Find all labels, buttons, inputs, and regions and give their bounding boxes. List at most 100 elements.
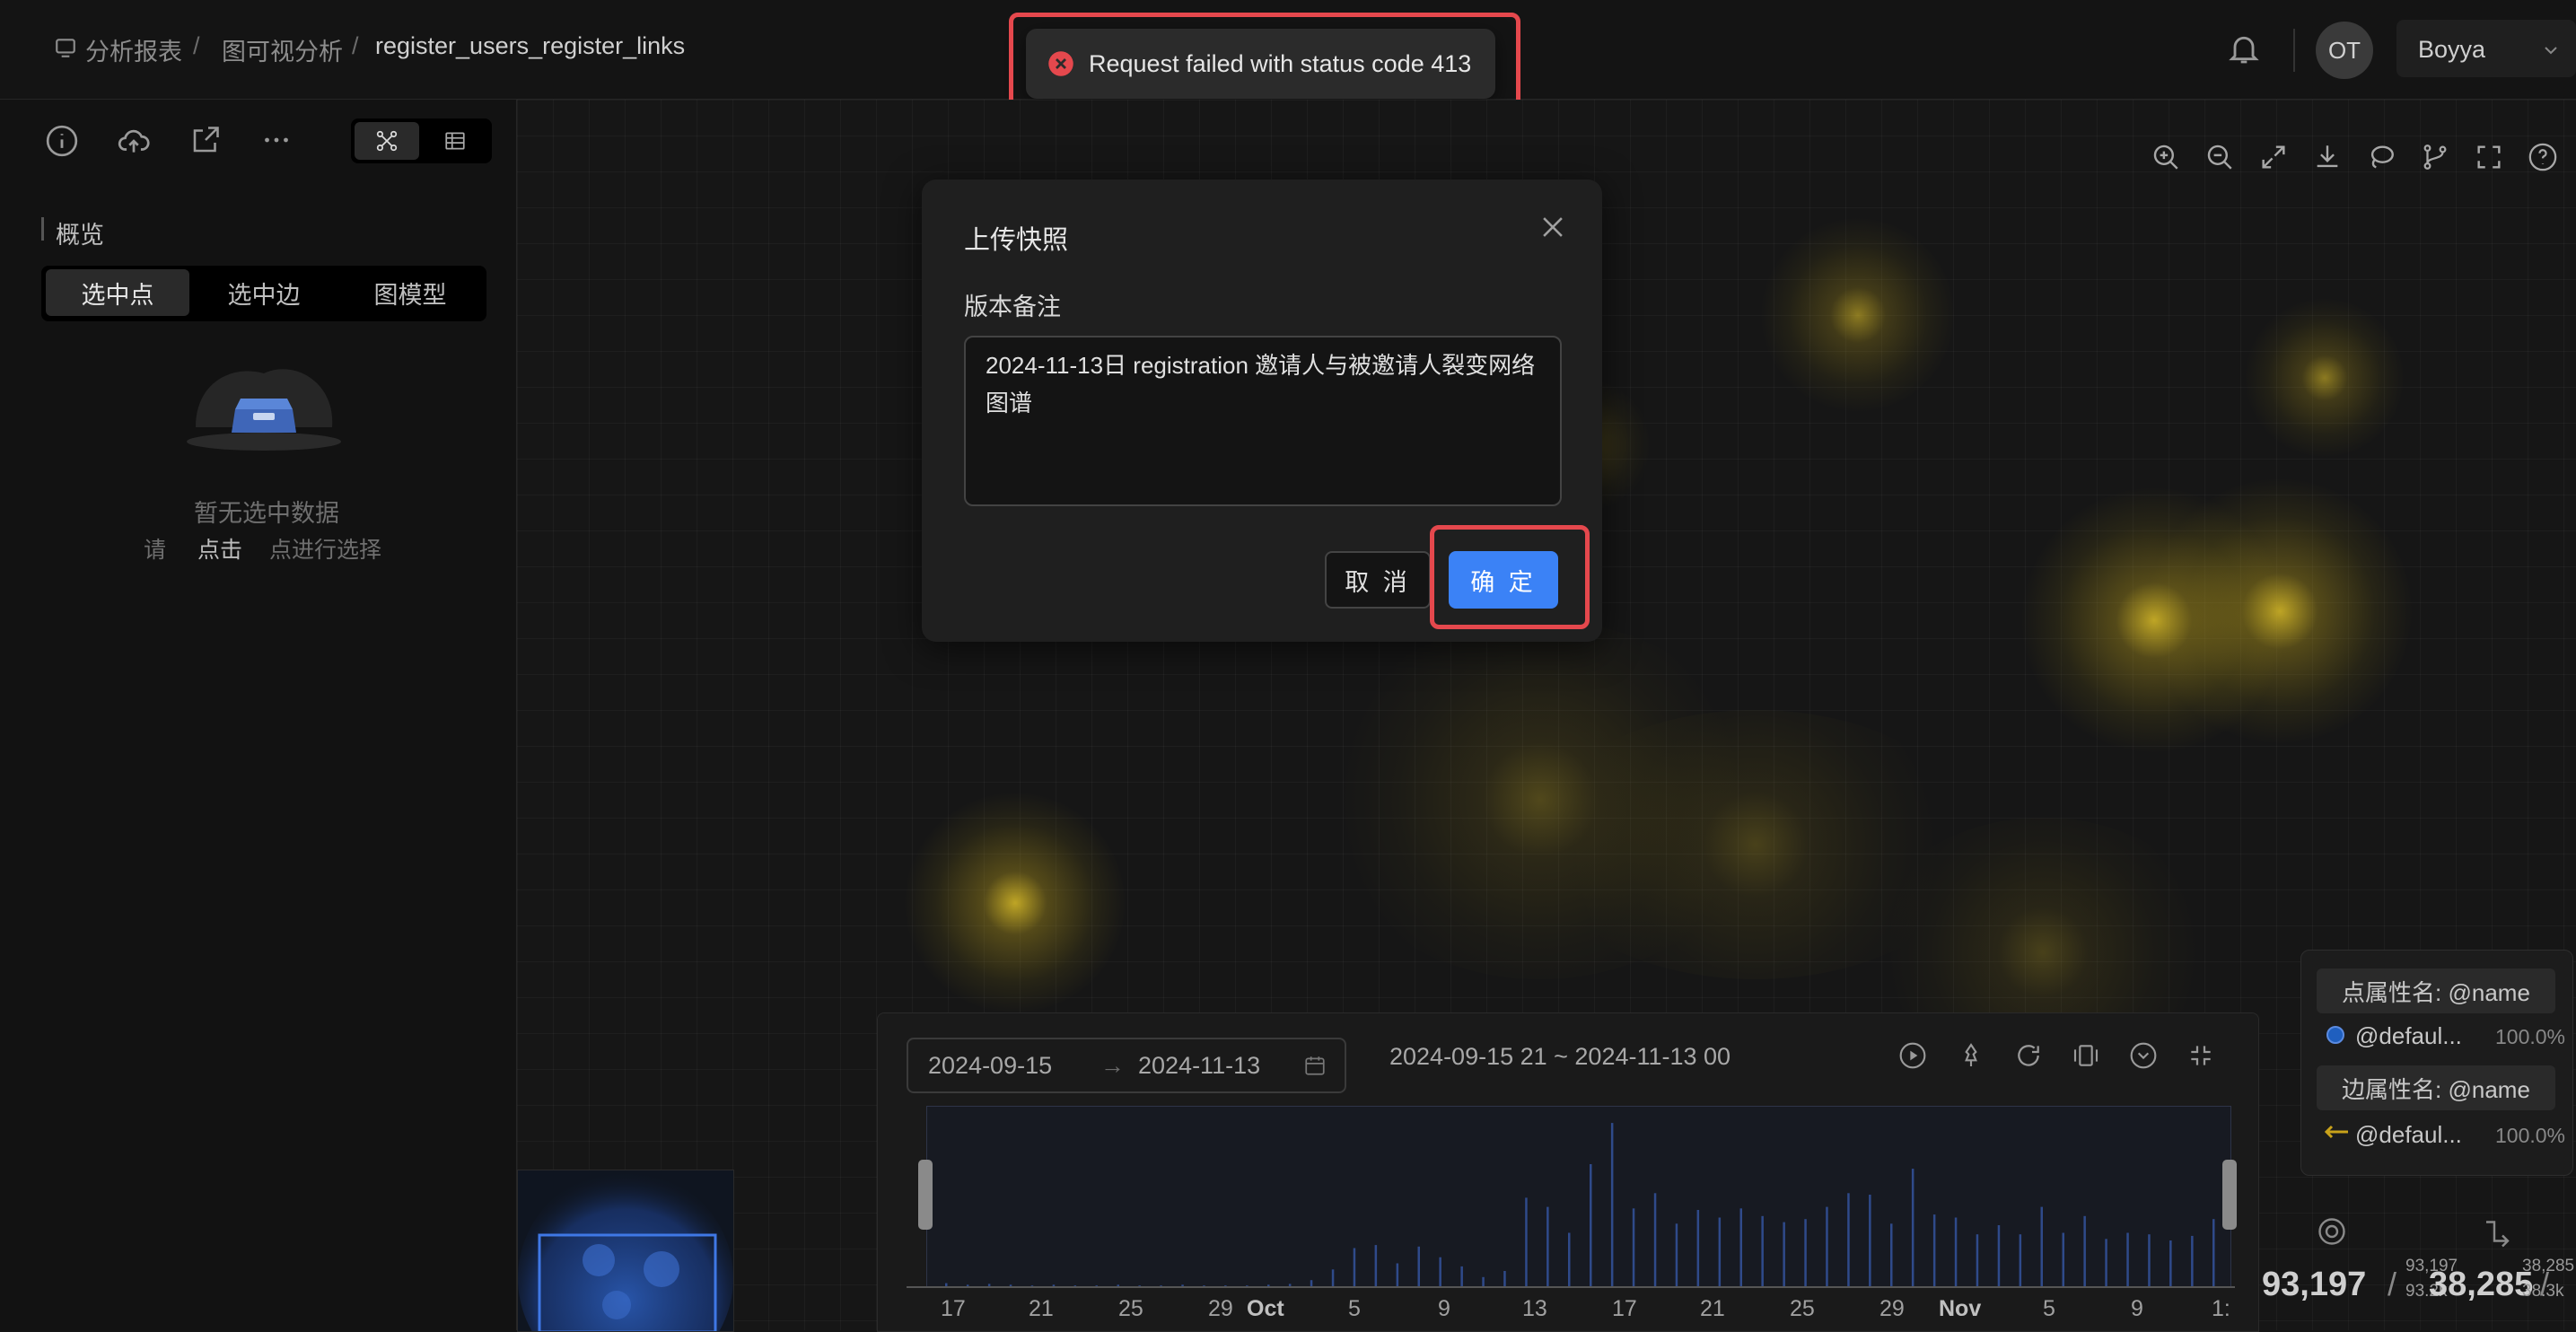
fit-view-icon[interactable] <box>2258 142 2289 172</box>
histogram-bar <box>1353 1248 1356 1286</box>
cancel-button[interactable]: 取 消 <box>1325 551 1431 609</box>
date-range-picker[interactable]: 2024-09-15 → 2024-11-13 <box>907 1038 1346 1093</box>
modal-title: 上传快照 <box>964 226 1069 255</box>
histogram-area[interactable] <box>926 1106 2231 1287</box>
edge-legend-pct: 100.0% <box>2495 1124 2566 1147</box>
breadcrumb-separator: / <box>193 32 200 59</box>
axis-tick: 21 <box>1029 1296 1054 1321</box>
empty-hint-prefix: 请 <box>144 538 167 563</box>
histogram-bar <box>1590 1164 1592 1286</box>
section-title: 概览 <box>56 222 104 249</box>
branch-icon[interactable] <box>2420 142 2450 172</box>
confirm-button[interactable]: 确 定 <box>1449 551 1558 609</box>
histogram-bar <box>1482 1276 1485 1286</box>
exit-fullscreen-icon[interactable] <box>2186 1041 2215 1070</box>
tab-graph-model[interactable]: 图模型 <box>338 269 482 316</box>
histogram-bar <box>1675 1223 1678 1286</box>
axis-tick: 17 <box>941 1296 966 1321</box>
breadcrumb-item-graph-analysis[interactable]: 图可视分析 <box>222 32 343 67</box>
pin-icon[interactable] <box>1957 1041 1985 1070</box>
histogram-bar <box>1869 1195 1871 1286</box>
help-icon[interactable] <box>2528 142 2558 172</box>
version-note-textarea[interactable] <box>964 336 1562 506</box>
lasso-icon[interactable] <box>2366 142 2396 172</box>
breadcrumb-separator: / <box>352 32 359 59</box>
graph-view-toggle[interactable] <box>355 122 419 160</box>
edge-count-icon <box>2481 1215 2513 1248</box>
axis-tick: 9 <box>1438 1296 1450 1321</box>
toast-message: Request failed with status code 413 <box>1089 49 1472 77</box>
selection-tabs: 选中点 选中边 图模型 <box>41 266 486 321</box>
node-cluster <box>1759 216 1957 414</box>
fullscreen-icon[interactable] <box>2474 142 2504 172</box>
axis-tick: 5 <box>1348 1296 1361 1321</box>
tab-selected-edges[interactable]: 选中边 <box>192 269 336 316</box>
refresh-icon[interactable] <box>2014 1041 2043 1070</box>
histogram-bar <box>1374 1245 1378 1286</box>
start-date[interactable]: 2024-09-15 <box>928 1052 1052 1080</box>
node-legend-item[interactable]: @defaul... <box>2355 1022 2462 1050</box>
zoom-out-icon[interactable] <box>2204 142 2235 172</box>
axis-tick: 17 <box>1612 1296 1637 1321</box>
histogram-bar <box>1783 1222 1785 1286</box>
avatar[interactable]: OT <box>2316 22 2373 79</box>
edge-legend-item[interactable]: @defaul... <box>2355 1121 2462 1149</box>
histogram-chart <box>945 1123 2215 1286</box>
close-icon[interactable] <box>1538 212 1568 242</box>
histogram-bar <box>2083 1215 2086 1286</box>
edge-count-short: 38.3k <box>2522 1282 2564 1301</box>
histogram-bar <box>2019 1234 2022 1286</box>
histogram-bar <box>1632 1208 1635 1286</box>
empty-hint-suffix: 点进行选择 <box>269 538 382 563</box>
empty-title: 暂无选中数据 <box>194 500 339 527</box>
tab-selected-nodes[interactable]: 选中点 <box>46 269 189 316</box>
histogram-bar <box>1610 1123 1614 1286</box>
end-date[interactable]: 2024-11-13 <box>1138 1052 1260 1080</box>
axis-tick: 29 <box>1208 1296 1233 1321</box>
time-range-label: 2024-09-15 21 ~ 2024-11-13 00 <box>1389 1043 1731 1070</box>
histogram-bar <box>2148 1234 2151 1286</box>
axis-tick: Oct <box>1247 1296 1284 1321</box>
export-icon[interactable] <box>189 124 225 160</box>
node-cluster <box>2020 486 2289 755</box>
range-handle-right[interactable] <box>2222 1160 2237 1230</box>
edge-legend-title: 边属性名: @name <box>2317 1065 2555 1110</box>
play-icon[interactable] <box>1898 1041 1927 1070</box>
table-view-toggle[interactable] <box>423 122 487 160</box>
range-handle-left[interactable] <box>918 1160 933 1230</box>
error-toast: Request failed with status code 413 <box>1026 29 1495 99</box>
axis-tick: 25 <box>1118 1296 1143 1321</box>
split-view-icon[interactable] <box>2072 1041 2100 1070</box>
table-icon <box>445 132 465 150</box>
info-icon[interactable] <box>45 124 81 160</box>
zoom-in-icon[interactable] <box>2151 142 2181 172</box>
edge-arrow-icon[interactable] <box>2323 1123 2350 1141</box>
node-color-dot[interactable] <box>2326 1026 2344 1044</box>
collapse-icon[interactable] <box>2129 1041 2158 1070</box>
axis-tick: 13 <box>1522 1296 1547 1321</box>
histogram-bar <box>1439 1257 1441 1286</box>
histogram-bar <box>1911 1169 1914 1286</box>
notification-bell-icon[interactable] <box>2226 29 2262 68</box>
upload-snapshot-modal: 上传快照 版本备注 取 消 确 定 <box>922 180 1602 642</box>
more-icon[interactable] <box>260 124 296 160</box>
breadcrumb-item-reports[interactable]: 分析报表 <box>85 32 182 67</box>
user-select[interactable]: Boyya <box>2396 20 2576 77</box>
header-divider <box>2293 29 2295 72</box>
histogram-bar <box>1932 1214 1936 1286</box>
histogram-bar <box>2212 1219 2215 1286</box>
stats-separator: / <box>2388 1266 2397 1302</box>
download-icon[interactable] <box>2312 142 2343 172</box>
axis-tick: 29 <box>1879 1296 1905 1321</box>
cloud-upload-icon[interactable] <box>116 124 152 160</box>
minimap[interactable] <box>517 1170 734 1332</box>
histogram-bar <box>1525 1197 1528 1286</box>
empty-box-icon <box>178 346 350 454</box>
axis-tick: 1: <box>2212 1296 2230 1321</box>
empty-hint-click: 点击 <box>197 538 243 563</box>
legend-panel: 点属性名: @name @defaul... 100.0% 边属性名: @nam… <box>2300 950 2573 1176</box>
histogram-bar <box>1826 1206 1828 1286</box>
axis-tick: 9 <box>2131 1296 2143 1321</box>
histogram-bar <box>1890 1223 1893 1286</box>
view-switch <box>351 118 492 163</box>
